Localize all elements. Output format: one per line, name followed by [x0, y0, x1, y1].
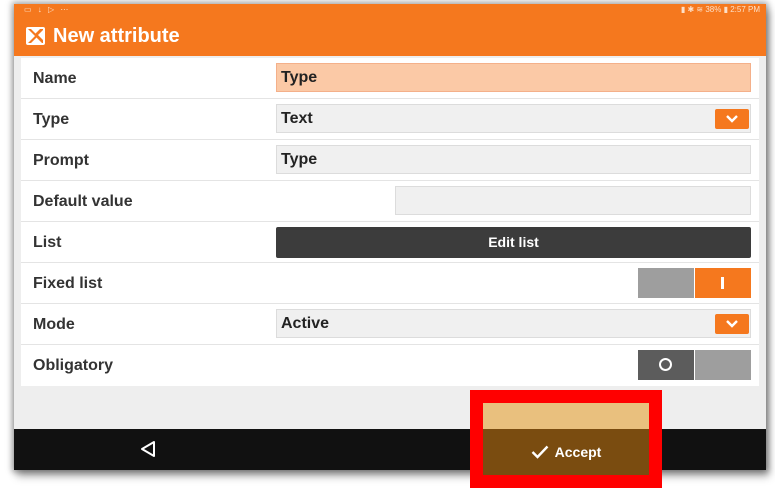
name-label: Name — [33, 70, 77, 87]
app-header: ▭ ↓ ▷ ⋯ ▮ ✱ ≋ 38% ▮ 2:57 PM New attribut… — [14, 4, 766, 56]
chevron-down-icon[interactable] — [715, 109, 749, 129]
default-value-row: Default value — [21, 181, 759, 222]
list-label: List — [33, 234, 62, 251]
mode-select-value: Active — [281, 315, 330, 332]
x-logo-icon — [26, 27, 45, 45]
status-bar-left-icons: ▭ ↓ ▷ ⋯ — [24, 5, 71, 14]
default-value-input[interactable] — [395, 186, 751, 215]
prompt-input[interactable]: Type — [276, 145, 751, 174]
red-highlight-frame — [470, 390, 662, 488]
type-row: Type Text — [21, 99, 759, 140]
page-title: New attribute — [53, 25, 180, 47]
fixed-list-row: Fixed list — [21, 263, 759, 304]
type-label: Type — [33, 111, 70, 128]
name-row: Name Type — [21, 58, 759, 99]
attribute-form: Name Type Type Text Prompt Type Default … — [21, 58, 759, 386]
chevron-down-icon[interactable] — [715, 314, 749, 334]
toggle-track — [695, 350, 751, 380]
status-bar-right-info: ▮ ✱ ≋ 38% ▮ 2:57 PM — [680, 5, 760, 14]
default-value-label: Default value — [33, 193, 133, 210]
type-select-value: Text — [281, 110, 313, 127]
mode-label: Mode — [33, 316, 75, 333]
obligatory-toggle[interactable] — [638, 350, 751, 380]
list-row: List Edit list — [21, 222, 759, 263]
toggle-off-icon — [659, 358, 672, 371]
prompt-label: Prompt — [33, 152, 89, 169]
obligatory-label: Obligatory — [33, 357, 114, 374]
mode-row: Mode Active — [21, 304, 759, 345]
obligatory-row: Obligatory — [21, 345, 759, 386]
toggle-on-icon — [721, 277, 724, 289]
toggle-off-knob — [638, 350, 694, 380]
name-input[interactable]: Type — [276, 63, 751, 92]
fixed-list-label: Fixed list — [33, 275, 103, 292]
triangle-back-icon[interactable] — [131, 434, 165, 464]
fixed-list-toggle[interactable] — [638, 268, 751, 298]
mode-select[interactable]: Active — [276, 309, 751, 338]
prompt-row: Prompt Type — [21, 140, 759, 181]
type-select[interactable]: Text — [276, 104, 751, 133]
toggle-on-knob — [695, 268, 751, 298]
toggle-track — [638, 268, 694, 298]
edit-list-button[interactable]: Edit list — [276, 227, 751, 258]
